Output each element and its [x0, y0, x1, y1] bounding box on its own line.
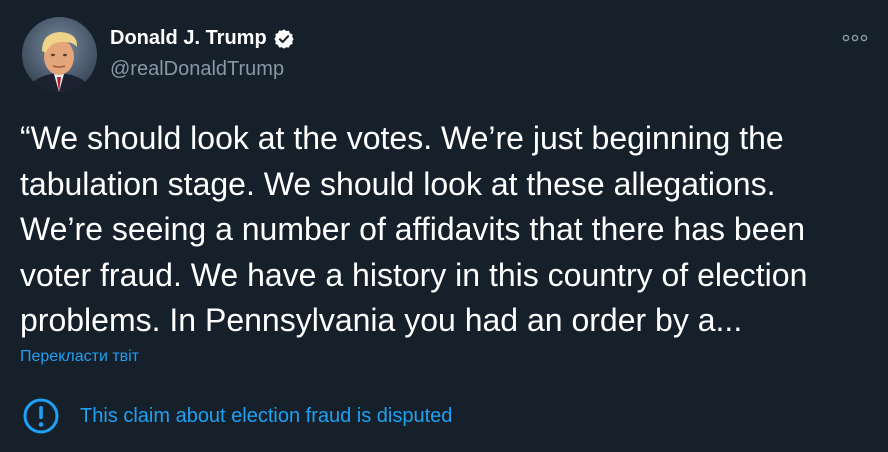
author-name-row: Donald J. Trump [110, 27, 295, 50]
disputed-claim-text: This claim about election fraud is dispu… [80, 404, 453, 427]
verified-badge-icon [273, 28, 295, 50]
more-options-icon [842, 34, 868, 42]
tweet-text: “We should look at the votes. We’re just… [20, 120, 808, 338]
avatar[interactable] [22, 17, 97, 92]
display-name[interactable]: Donald J. Trump [110, 27, 267, 50]
tweet-card: Donald J. Trump @realDonaldTrump “We sho… [0, 0, 888, 452]
exclamation-circle-icon [23, 398, 59, 434]
profile-photo-icon [22, 17, 97, 92]
more-options-button[interactable] [840, 26, 870, 50]
author-handle[interactable]: @realDonaldTrump [110, 58, 284, 81]
disputed-claim-notice[interactable]: This claim about election fraud is dispu… [22, 397, 452, 435]
translate-tweet-link[interactable]: Перекласти твіт [20, 348, 139, 366]
